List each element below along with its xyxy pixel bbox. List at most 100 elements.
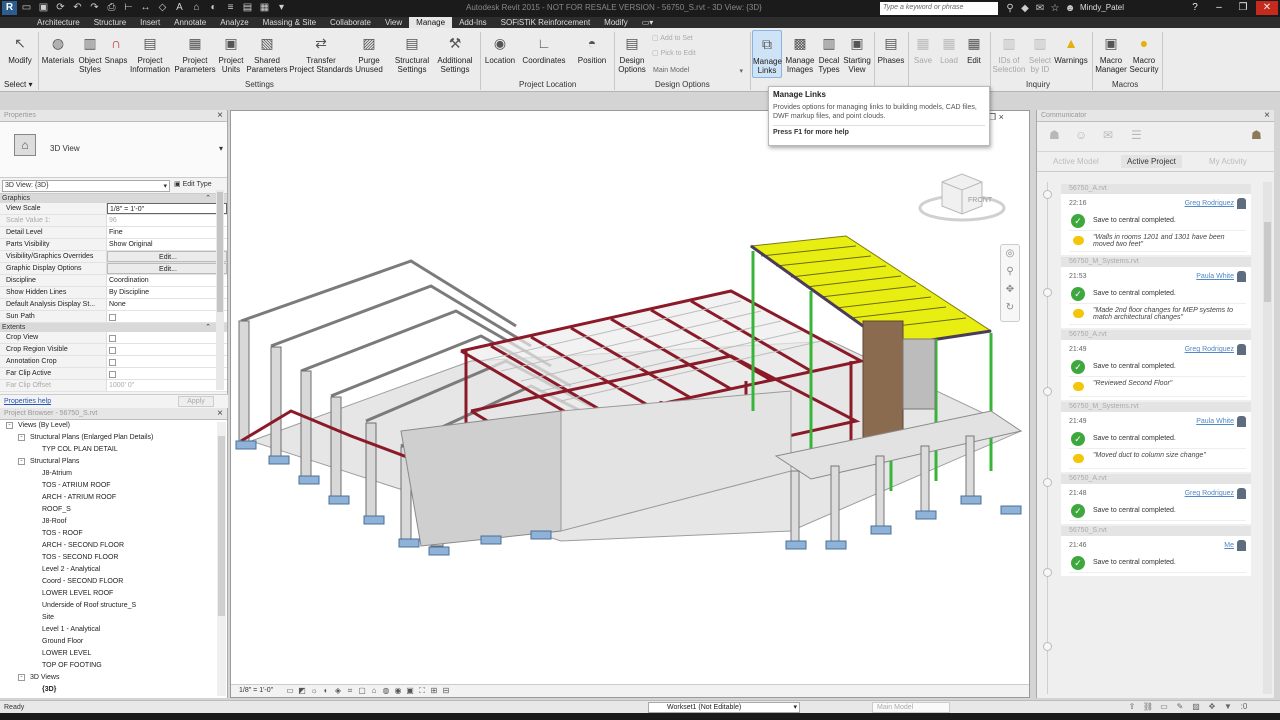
browser-item[interactable]: TYP COL PLAN DETAIL <box>0 444 227 456</box>
shadows-icon[interactable]: ◐ <box>321 686 331 696</box>
person-icon[interactable]: ☺ <box>1075 128 1087 142</box>
pan-icon[interactable]: ✥ <box>1001 281 1019 299</box>
phases-button[interactable]: ▤ Phases <box>876 32 906 65</box>
select-pinned-icon[interactable]: ✎ <box>1174 701 1186 713</box>
sun-path-icon[interactable]: ☼ <box>309 686 319 696</box>
constraints-icon[interactable]: ⊟ <box>441 686 451 696</box>
edit-type-button[interactable]: ▣ Edit Type <box>174 180 212 188</box>
browser-item[interactable]: TOS - ROOF <box>0 528 227 540</box>
properties-help-link[interactable]: Properties help <box>4 398 51 405</box>
macro-manager-button[interactable]: ▣ Macro Manager <box>1094 32 1128 74</box>
close-button[interactable]: ✕ <box>1256 1 1278 15</box>
card-user-link[interactable]: Greg Rodriguez <box>1185 346 1234 353</box>
detail-level-icon[interactable]: ▭ <box>285 686 295 696</box>
browser-item[interactable]: Underside of Roof structure_S <box>0 600 227 612</box>
favorites-icon[interactable]: ☆ <box>1049 2 1061 15</box>
binoculars-icon[interactable]: ⚲ <box>1004 2 1016 15</box>
snaps-button[interactable]: ∩ Snaps <box>104 32 128 65</box>
viewcube[interactable]: FRONT <box>918 168 1006 224</box>
expand-icon[interactable]: - <box>6 422 13 429</box>
help-icon[interactable]: ? <box>1184 1 1206 15</box>
project-parameters-button[interactable]: ▦ Project Parameters <box>174 32 216 74</box>
browser-item[interactable]: J8-Roof <box>0 516 227 528</box>
chevron-down-icon[interactable]: ▾ <box>219 144 223 153</box>
far-clip-checkbox[interactable] <box>109 371 116 378</box>
editing-requests-icon[interactable]: ⇪ <box>1126 701 1138 713</box>
browser-item[interactable]: TOP OF FOOTING <box>0 660 227 672</box>
tab-analyze[interactable]: Analyze <box>213 17 255 28</box>
expand-icon[interactable]: - <box>18 434 25 441</box>
tab-active-model[interactable]: Active Model <box>1053 157 1099 166</box>
project-units-button[interactable]: ▣ Project Units <box>216 32 246 74</box>
reveal-hidden-icon[interactable]: ◉ <box>393 686 403 696</box>
detail-level-field[interactable]: Fine <box>107 227 227 238</box>
communication-icon[interactable]: ✉ <box>1034 2 1046 15</box>
crop-region-checkbox[interactable] <box>109 347 116 354</box>
3d-viewport[interactable] <box>230 110 1030 698</box>
close-icon[interactable]: × <box>1264 110 1270 121</box>
view-scale-selector[interactable]: 1/8" = 1'-0" <box>239 687 273 694</box>
card-user-link[interactable]: Paula White <box>1196 273 1234 280</box>
pick-to-edit-button[interactable]: ▢ Pick to Edit <box>652 49 696 57</box>
ids-of-selection-button[interactable]: ▥ IDs of Selection <box>992 32 1026 74</box>
starting-view-button[interactable]: ▣ Starting View <box>842 32 872 74</box>
card-user-link[interactable]: Greg Rodriguez <box>1185 200 1234 207</box>
orbit-icon[interactable]: ↻ <box>1001 299 1019 317</box>
browser-item[interactable]: TOS - SECOND FLOOR <box>0 552 227 564</box>
tab-view[interactable]: View <box>378 17 409 28</box>
workset-dropdown[interactable]: Workset1 (Not Editable) ▾ <box>648 702 800 713</box>
tab-add-ins[interactable]: Add-Ins <box>452 17 494 28</box>
browser-item[interactable]: {3D} <box>0 684 227 696</box>
zoom-icon[interactable]: ⚲ <box>1001 263 1019 281</box>
list-icon[interactable]: ☰ <box>1131 128 1142 142</box>
project-information-button[interactable]: ▤ Project Information <box>128 32 172 74</box>
redo-icon[interactable]: ↷ <box>87 1 102 15</box>
design-option-dropdown[interactable]: Main Model ▾ <box>650 65 746 77</box>
view-scale-field[interactable]: 1/8" = 1'-0" <box>107 203 227 214</box>
decal-types-button[interactable]: ▥ Decal Types <box>816 32 842 74</box>
worksharing-icon[interactable]: ⛶ <box>417 686 427 696</box>
drag-elements-icon[interactable]: ✥ <box>1206 701 1218 713</box>
card-user-link[interactable]: Paula White <box>1196 418 1234 425</box>
temp-hide-icon[interactable]: ◍ <box>381 686 391 696</box>
design-option-status[interactable]: Main Model <box>872 702 950 713</box>
measure-icon[interactable]: ⊢ <box>121 1 136 15</box>
dimension-icon[interactable]: ↔ <box>138 1 153 15</box>
vg-overrides-edit-button[interactable]: Edit... <box>107 251 227 262</box>
tab-architecture[interactable]: Architecture <box>30 17 87 28</box>
browser-scrollbar[interactable] <box>217 422 226 696</box>
close-icon[interactable]: × <box>217 408 223 419</box>
group-extents[interactable]: Extents ⌃ <box>0 323 227 332</box>
structural-settings-button[interactable]: ▤ Structural Settings <box>392 32 432 74</box>
annotation-crop-checkbox[interactable] <box>109 359 116 366</box>
communicator-scrollbar[interactable] <box>1263 182 1272 694</box>
crop-view-icon[interactable]: ⌗ <box>345 686 355 696</box>
tab-manage[interactable]: Manage <box>409 17 453 28</box>
viewcube-graphic[interactable]: FRONT <box>918 168 1006 224</box>
object-styles-button[interactable]: ▥ Object Styles <box>76 32 104 74</box>
apply-button[interactable]: Apply <box>178 396 214 407</box>
minimize-button[interactable]: – <box>1208 1 1230 15</box>
expand-icon[interactable]: - <box>18 458 25 465</box>
tag-icon[interactable]: ◇ <box>155 1 170 15</box>
close-hidden-icon[interactable]: ▤ <box>240 1 255 15</box>
chat-icon[interactable]: ✉ <box>1103 128 1113 142</box>
hidden-lines-field[interactable]: By Discipline <box>107 287 227 298</box>
visual-style-icon[interactable]: ◩ <box>297 686 307 696</box>
tab-sofistik[interactable]: SOFiSTiK Reinforcement <box>494 17 598 28</box>
select-by-face-icon[interactable]: ▨ <box>1190 701 1202 713</box>
coordinates-button[interactable]: ∟ Coordinates <box>520 32 568 65</box>
avatar[interactable]: ☗ <box>1251 128 1262 142</box>
steering-wheel-icon[interactable]: ◎ <box>1001 245 1019 263</box>
section-icon[interactable]: ◐ <box>206 1 221 15</box>
scroll-thumb[interactable] <box>218 436 225 616</box>
tab-collaborate[interactable]: Collaborate <box>323 17 378 28</box>
add-to-set-button[interactable]: ▢ Add to Set <box>652 34 693 42</box>
shared-parameters-button[interactable]: ▧ Shared Parameters <box>246 32 288 74</box>
sun-path-checkbox[interactable] <box>109 314 116 321</box>
type-selector[interactable]: ⌂ 3D View ▾ <box>0 122 227 178</box>
people-icon[interactable]: ☗ <box>1049 128 1060 142</box>
design-options-button[interactable]: ▤ Design Options <box>616 32 648 74</box>
load-selection-button[interactable]: ▦ Load <box>936 32 962 65</box>
browser-item[interactable]: Level 2 - Analytical <box>0 564 227 576</box>
